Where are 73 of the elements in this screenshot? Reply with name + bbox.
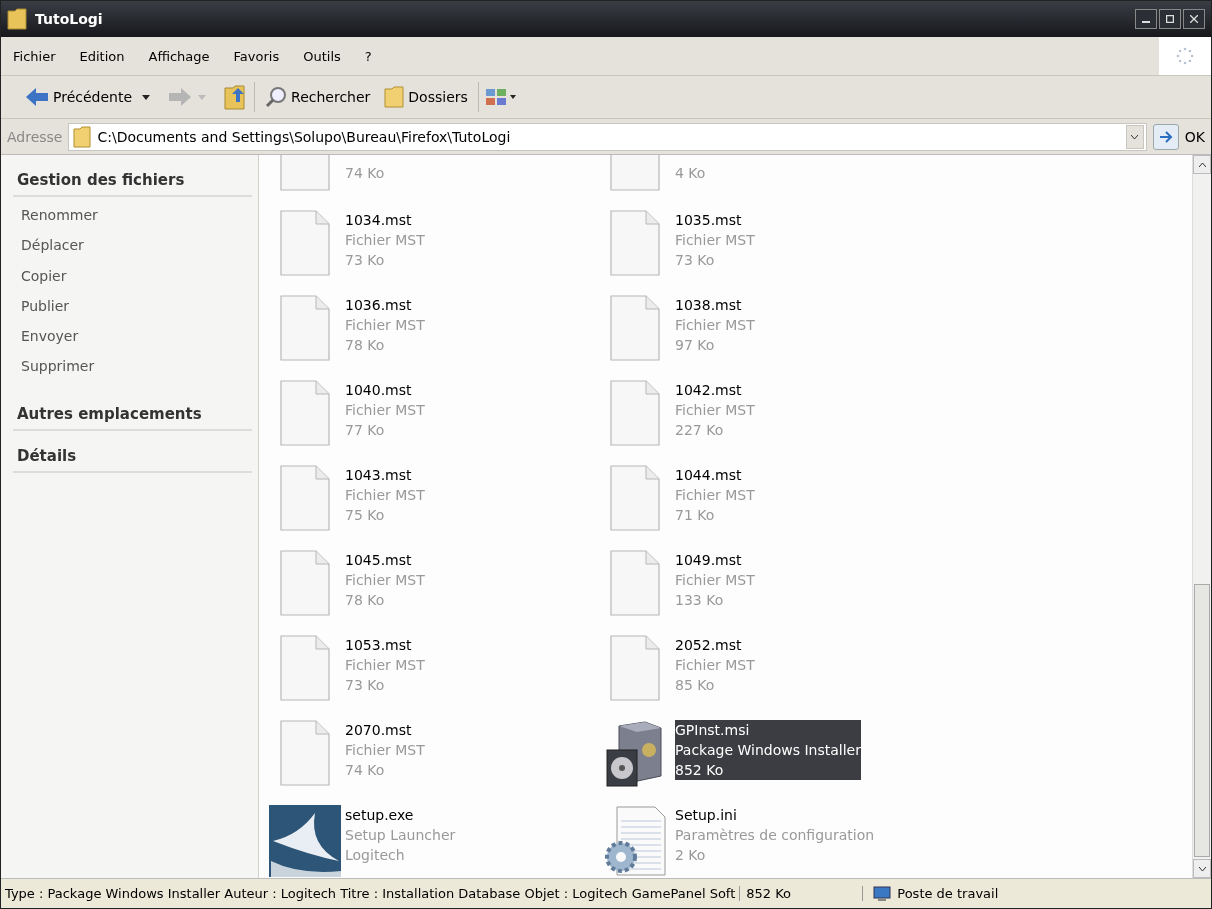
file-label[interactable]: 2052.mst Fichier MST 85 Ko bbox=[675, 635, 755, 695]
file-label[interactable]: 1040.mst Fichier MST 77 Ko bbox=[345, 380, 425, 440]
dropdown-arrow-icon[interactable] bbox=[142, 94, 151, 100]
maximize-icon bbox=[1166, 15, 1174, 23]
sidebar-task-link[interactable]: Envoyer bbox=[13, 326, 252, 357]
close-button[interactable] bbox=[1183, 9, 1205, 29]
file-label[interactable]: 1038.mst Fichier MST 97 Ko bbox=[675, 295, 755, 355]
document-icon bbox=[610, 210, 660, 276]
file-label[interactable]: Setup.ini Paramètres de configuration 2 Ko bbox=[675, 805, 875, 865]
sidebar-section-title[interactable]: Gestion des fichiers bbox=[13, 165, 252, 197]
menu-item[interactable]: Favoris bbox=[221, 48, 292, 64]
address-field[interactable]: C:\Documents and Settings\Solupo\Bureau\Firefox\TutoLogi bbox=[68, 122, 1147, 151]
file-label[interactable]: 1045.mst Fichier MST 78 Ko bbox=[345, 550, 425, 610]
sidebar-task-link[interactable]: Publier bbox=[13, 295, 252, 327]
minimize-button[interactable] bbox=[1135, 9, 1157, 29]
document-icon bbox=[280, 380, 330, 446]
chevron-down-icon bbox=[1131, 134, 1139, 139]
menu-item[interactable]: Fichier bbox=[1, 48, 68, 64]
address-label: Adresse bbox=[7, 128, 63, 145]
file-label[interactable]: 1035.mst Fichier MST 73 Ko bbox=[675, 210, 755, 270]
close-icon bbox=[1190, 15, 1198, 23]
file-label[interactable]: 1036.mst Fichier MST 78 Ko bbox=[345, 295, 425, 355]
file-label[interactable]: 2070.mst Fichier MST 74 Ko bbox=[345, 720, 425, 780]
maximize-button[interactable] bbox=[1159, 9, 1181, 29]
status-text: Type : Package Windows Installer Auteur : Logitech Titre : Installation Database Objet : Logitech GamePanel Soft bbox=[1, 886, 741, 901]
file-label[interactable]: GPInst.msi Package Windows Installer 852 Ko bbox=[675, 720, 861, 780]
file-label[interactable]: setup.exe Setup Launcher Logitech bbox=[345, 805, 456, 865]
document-icon bbox=[280, 635, 330, 701]
right-arrow-icon bbox=[1158, 130, 1173, 143]
document-icon bbox=[610, 380, 660, 446]
menu-item[interactable]: Outils bbox=[291, 48, 353, 64]
document-icon bbox=[610, 295, 660, 361]
document-icon bbox=[610, 550, 660, 616]
document-icon bbox=[610, 465, 660, 531]
sidebar-task-link[interactable]: Déplacer bbox=[13, 235, 252, 266]
document-icon bbox=[280, 210, 330, 276]
folders-button[interactable]: Dossiers bbox=[380, 84, 472, 110]
document-icon bbox=[610, 635, 660, 701]
document-icon bbox=[280, 720, 330, 786]
file-label[interactable]: 1043.mst Fichier MST 75 Ko bbox=[345, 465, 425, 525]
document-icon bbox=[280, 465, 330, 531]
chevron-up-icon[interactable] bbox=[1198, 162, 1206, 167]
menu-item[interactable]: Edition bbox=[67, 48, 137, 64]
folder-icon bbox=[384, 86, 405, 108]
document-icon bbox=[280, 550, 330, 616]
file-label[interactable]: 1049.mst Fichier MST 133 Ko bbox=[675, 550, 755, 610]
search-button[interactable]: Rechercher bbox=[261, 84, 375, 110]
file-label[interactable]: 1034.mst Fichier MST 73 Ko bbox=[345, 210, 425, 270]
status-location: Poste de travail bbox=[897, 886, 999, 901]
view-grid-icon[interactable] bbox=[484, 87, 517, 107]
loading-indicator bbox=[1159, 37, 1211, 75]
sidebar-section-title[interactable]: Autres emplacements bbox=[13, 398, 252, 431]
file-label[interactable]: 1053.mst Fichier MST 73 Ko bbox=[345, 635, 425, 695]
sidebar-task-link[interactable]: Copier bbox=[13, 265, 252, 296]
folder-icon bbox=[7, 8, 27, 30]
chevron-down-icon[interactable] bbox=[1198, 866, 1206, 871]
search-icon bbox=[265, 86, 288, 108]
sidebar-section-title[interactable]: Détails bbox=[13, 440, 252, 473]
left-arrow-icon bbox=[25, 87, 49, 107]
window-title: TutoLogi bbox=[35, 11, 104, 27]
sidebar-task-link[interactable]: Supprimer bbox=[13, 356, 252, 387]
menu-item[interactable]: ? bbox=[352, 48, 384, 64]
document-icon bbox=[280, 295, 330, 361]
folder-icon bbox=[73, 125, 92, 148]
back-button[interactable]: Précédente bbox=[21, 85, 137, 109]
menu-item[interactable]: Affichage bbox=[136, 48, 222, 64]
file-label[interactable]: 1042.mst Fichier MST 227 Ko bbox=[675, 380, 755, 440]
status-size: 852 Ko bbox=[740, 886, 864, 901]
computer-icon bbox=[873, 885, 892, 902]
app-logo-icon bbox=[269, 805, 341, 877]
scrollbar[interactable] bbox=[1192, 155, 1211, 878]
sidebar-task-link[interactable]: Renommer bbox=[13, 205, 252, 236]
file-label[interactable]: 1044.mst Fichier MST 71 Ko bbox=[675, 465, 755, 525]
